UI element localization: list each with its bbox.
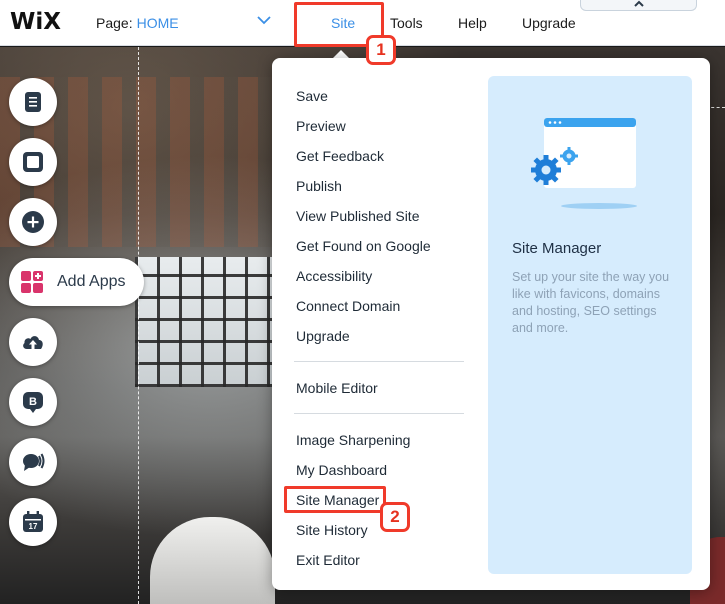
menu-item-publish[interactable]: Publish [296, 178, 342, 194]
site-manager-illustration [531, 118, 637, 209]
upload-button[interactable] [9, 318, 57, 366]
gridline-left [138, 47, 139, 604]
menu-item-save[interactable]: Save [296, 88, 328, 104]
bookings-button[interactable]: 17 [9, 498, 57, 546]
chat-button[interactable] [9, 438, 57, 486]
highlight-site-manager [284, 486, 386, 513]
menu-item-mobile-editor[interactable]: Mobile Editor [296, 380, 378, 396]
chat-icon [23, 453, 45, 471]
page-value: HOME [136, 15, 179, 31]
menu-item-my-dashboard[interactable]: My Dashboard [296, 462, 387, 478]
collapse-toolbar-button[interactable] [580, 0, 697, 11]
page-selector[interactable]: Page: HOME [96, 15, 179, 31]
menu-item-get-found-on-google[interactable]: Get Found on Google [296, 238, 431, 254]
bookings-icon: 17 [23, 511, 43, 532]
nav-tools[interactable]: Tools [390, 15, 423, 31]
page-label: Page: [96, 15, 133, 31]
menu-item-accessibility[interactable]: Accessibility [296, 268, 372, 284]
blog-button[interactable]: B [9, 378, 57, 426]
background-button[interactable] [9, 138, 57, 186]
background-photo-window [135, 257, 275, 387]
add-icon [22, 211, 44, 233]
menu-divider [294, 361, 464, 362]
chevron-down-icon[interactable] [255, 13, 273, 27]
background-photo-car [150, 517, 275, 604]
step-1-badge: 1 [366, 35, 396, 65]
add-apps-label: Add Apps [57, 273, 126, 290]
svg-text:17: 17 [29, 522, 38, 531]
wix-logo[interactable]: WiX [10, 9, 61, 35]
menu-divider [294, 413, 464, 414]
menu-item-upgrade[interactable]: Upgrade [296, 328, 350, 344]
panel-title: Site Manager [512, 240, 602, 257]
menu-item-preview[interactable]: Preview [296, 118, 346, 134]
add-apps-button[interactable]: Add Apps [9, 258, 144, 306]
add-elements-button[interactable] [9, 198, 57, 246]
chevron-up-icon [634, 0, 644, 7]
add-apps-icon [21, 271, 43, 293]
pages-button[interactable] [9, 78, 57, 126]
menu-item-connect-domain[interactable]: Connect Domain [296, 298, 400, 314]
nav-upgrade[interactable]: Upgrade [522, 15, 576, 31]
menu-item-view-published-site[interactable]: View Published Site [296, 208, 419, 224]
upload-icon [23, 336, 43, 349]
pages-icon [25, 92, 41, 112]
blog-icon: B [23, 392, 43, 413]
menu-item-exit-editor[interactable]: Exit Editor [296, 552, 360, 568]
nav-help[interactable]: Help [458, 15, 487, 31]
background-icon [23, 152, 43, 172]
menu-item-site-history[interactable]: Site History [296, 522, 368, 538]
panel-description: Set up your site the way you like with f… [512, 270, 670, 335]
menu-preview-panel: Site Manager Set up your site the way yo… [488, 76, 692, 574]
menu-item-image-sharpening[interactable]: Image Sharpening [296, 432, 410, 448]
step-2-badge: 2 [380, 502, 410, 532]
menu-item-get-feedback[interactable]: Get Feedback [296, 148, 384, 164]
svg-text:B: B [29, 396, 37, 408]
